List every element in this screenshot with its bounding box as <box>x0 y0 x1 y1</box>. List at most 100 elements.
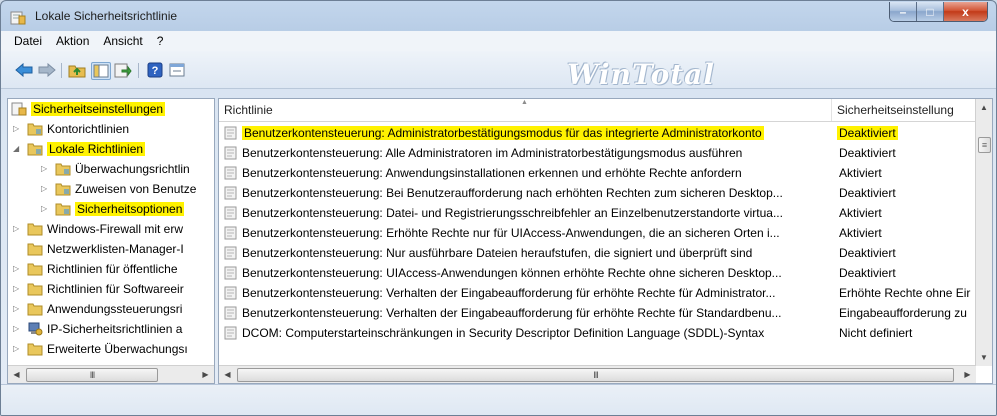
expand-arrow-icon[interactable]: ▷ <box>13 125 21 133</box>
policy-icon <box>224 246 237 260</box>
setting-value: Aktiviert <box>839 226 882 240</box>
policy-icon <box>224 306 237 320</box>
policy-icon <box>224 126 237 140</box>
expand-arrow-icon[interactable]: ▷ <box>41 165 49 173</box>
expand-arrow-icon[interactable]: ▷ <box>13 345 21 353</box>
sort-up-icon: ▲ <box>521 99 528 106</box>
tree-item-label: Anwendungssteuerungsri <box>47 302 183 316</box>
expand-arrow-icon[interactable]: ▷ <box>13 265 21 273</box>
policy-cell: Benutzerkontensteuerung: Erhöhte Rechte … <box>224 226 780 240</box>
policy-name: Benutzerkontensteuerung: Verhalten der E… <box>242 306 782 320</box>
policy-cell: Benutzerkontensteuerung: Nur ausführbare… <box>224 246 752 260</box>
tree-item-firewall[interactable]: ▷ Windows-Firewall mit erw <box>13 219 183 239</box>
expand-arrow-icon[interactable]: ▷ <box>41 205 49 213</box>
policy-cell: Benutzerkontensteuerung: Verhalten der E… <box>224 286 775 300</box>
expand-arrow-icon[interactable]: ▷ <box>13 285 21 293</box>
folder-icon <box>27 263 43 276</box>
tree-item-label: Windows-Firewall mit erw <box>47 222 184 236</box>
tree-pane[interactable]: Sicherheitseinstellungen ▷ Kontorichtlin… <box>7 98 215 384</box>
tree-item-label: Lokale Richtlinien <box>47 142 146 156</box>
setting-value: Deaktiviert <box>839 246 896 260</box>
toolbar: ? <box>1 51 996 89</box>
tree-item-kontorichtlinien[interactable]: ▷ Kontorichtlinien <box>13 119 129 139</box>
tree-item-erweiterte[interactable]: ▷ Erweiterte Überwachungsı <box>13 339 188 359</box>
forward-arrow-icon[interactable] <box>38 62 56 78</box>
list-vertical-scrollbar[interactable]: ▲ ≡ ▼ <box>975 99 992 366</box>
tree-item-label: Richtlinien für öffentliche <box>47 262 178 276</box>
tree-item-label: Erweiterte Überwachungsı <box>47 342 188 356</box>
tree-item-ip-sicherheit[interactable]: ▷ IP-Sicherheitsrichtlinien a <box>13 319 182 339</box>
policy-cell: Benutzerkontensteuerung: Anwendungsinsta… <box>224 166 742 180</box>
expand-arrow-icon[interactable]: ▷ <box>13 305 21 313</box>
setting-value: Deaktiviert <box>837 126 898 140</box>
wintotal-watermark: WinTotal <box>567 58 715 91</box>
setting-value: Aktiviert <box>839 206 882 220</box>
export-list-icon[interactable] <box>114 62 132 78</box>
column-header-sicherheitseinstellung[interactable]: Sicherheitseinstellung <box>832 99 982 121</box>
title-bar[interactable]: Lokale Sicherheitsrichtlinie – □ x <box>1 1 996 31</box>
tree-item-zuweisen[interactable]: ▷ Zuweisen von Benutze <box>41 179 196 199</box>
folder-icon <box>27 123 43 136</box>
up-folder-icon[interactable] <box>68 62 86 78</box>
setting-value: Eingabeaufforderung zu <box>839 306 967 320</box>
scroll-thumb[interactable]: III <box>26 368 158 382</box>
policy-cell: DCOM: Computerstarteinschränkungen in Se… <box>224 326 764 340</box>
policy-icon <box>224 146 237 160</box>
menu-ansicht[interactable]: Ansicht <box>96 34 149 48</box>
setting-value: Deaktiviert <box>839 266 896 280</box>
minimize-button[interactable]: – <box>890 2 917 21</box>
policy-name: Benutzerkontensteuerung: Administratorbe… <box>242 126 764 140</box>
policy-list[interactable]: Richtlinie ▲ Sicherheitseinstellung Benu… <box>218 98 993 384</box>
scroll-thumb[interactable]: III <box>237 368 954 382</box>
policy-cell: Benutzerkontensteuerung: Administratorbe… <box>224 126 764 140</box>
tree-item-software[interactable]: ▷ Richtlinien für Softwareeir <box>13 279 184 299</box>
setting-value: Aktiviert <box>839 166 882 180</box>
tree-horizontal-scrollbar[interactable]: ◀ III ▶ <box>8 365 214 383</box>
tree-item-lokale-richtlinien[interactable]: ◢ Lokale Richtlinien <box>13 139 146 159</box>
folder-icon <box>27 303 43 316</box>
folder-icon <box>27 343 43 356</box>
scroll-up-icon[interactable]: ▲ <box>976 99 992 116</box>
scroll-right-icon[interactable]: ▶ <box>959 366 976 383</box>
policy-icon <box>224 186 237 200</box>
policy-name: Benutzerkontensteuerung: Bei Benutzerauf… <box>242 186 783 200</box>
folder-open-icon <box>27 143 43 156</box>
folder-icon <box>55 183 71 196</box>
main-window: Lokale Sicherheitsrichtlinie – □ x Datei… <box>0 0 997 416</box>
policy-name: Benutzerkontensteuerung: Alle Administra… <box>242 146 743 160</box>
expand-arrow-icon[interactable]: ▷ <box>41 185 49 193</box>
help-icon[interactable]: ? <box>146 62 164 78</box>
tree-item-sicherheitsoptionen[interactable]: ▷ Sicherheitsoptionen <box>41 199 185 219</box>
tree-item-label: IP-Sicherheitsrichtlinien a <box>47 322 183 336</box>
list-horizontal-scrollbar[interactable]: ◀ III ▶ <box>219 365 976 383</box>
setting-value: Deaktiviert <box>839 186 896 200</box>
tree-item-oeffentliche[interactable]: ▷ Richtlinien für öffentliche <box>13 259 178 279</box>
toolbar-separator <box>61 63 62 78</box>
scroll-left-icon[interactable]: ◀ <box>8 366 25 383</box>
tree-item-anwendungssteuerung[interactable]: ▷ Anwendungssteuerungsri <box>13 299 182 319</box>
properties-icon[interactable] <box>168 62 186 78</box>
scroll-down-icon[interactable]: ▼ <box>976 349 992 366</box>
menu-help[interactable]: ? <box>150 34 171 48</box>
expand-arrow-icon[interactable]: ▷ <box>13 225 21 233</box>
show-hide-tree-icon[interactable] <box>91 62 111 80</box>
scroll-thumb[interactable]: ≡ <box>978 137 991 153</box>
tree-item-netzwerklisten[interactable]: Netzwerklisten-Manager-I <box>27 239 184 259</box>
collapse-arrow-icon[interactable]: ◢ <box>13 145 21 153</box>
menu-aktion[interactable]: Aktion <box>49 34 96 48</box>
setting-value: Nicht definiert <box>839 326 913 340</box>
security-settings-icon <box>11 102 27 116</box>
tree-item-ueberwachung[interactable]: ▷ Überwachungsrichtlin <box>41 159 190 179</box>
expand-arrow-icon[interactable]: ▷ <box>13 325 21 333</box>
scroll-left-icon[interactable]: ◀ <box>219 366 236 383</box>
policy-cell: Benutzerkontensteuerung: Alle Administra… <box>224 146 742 160</box>
menu-datei[interactable]: Datei <box>7 34 49 48</box>
policy-name: DCOM: Computerstarteinschränkungen in Se… <box>242 326 765 340</box>
scroll-right-icon[interactable]: ▶ <box>197 366 214 383</box>
policy-name: Benutzerkontensteuerung: Verhalten der E… <box>242 286 776 300</box>
policy-icon <box>224 266 237 280</box>
maximize-button[interactable]: □ <box>917 2 944 21</box>
close-button[interactable]: x <box>944 2 987 21</box>
tree-root[interactable]: Sicherheitseinstellungen <box>11 99 166 119</box>
back-arrow-icon[interactable] <box>15 62 33 78</box>
